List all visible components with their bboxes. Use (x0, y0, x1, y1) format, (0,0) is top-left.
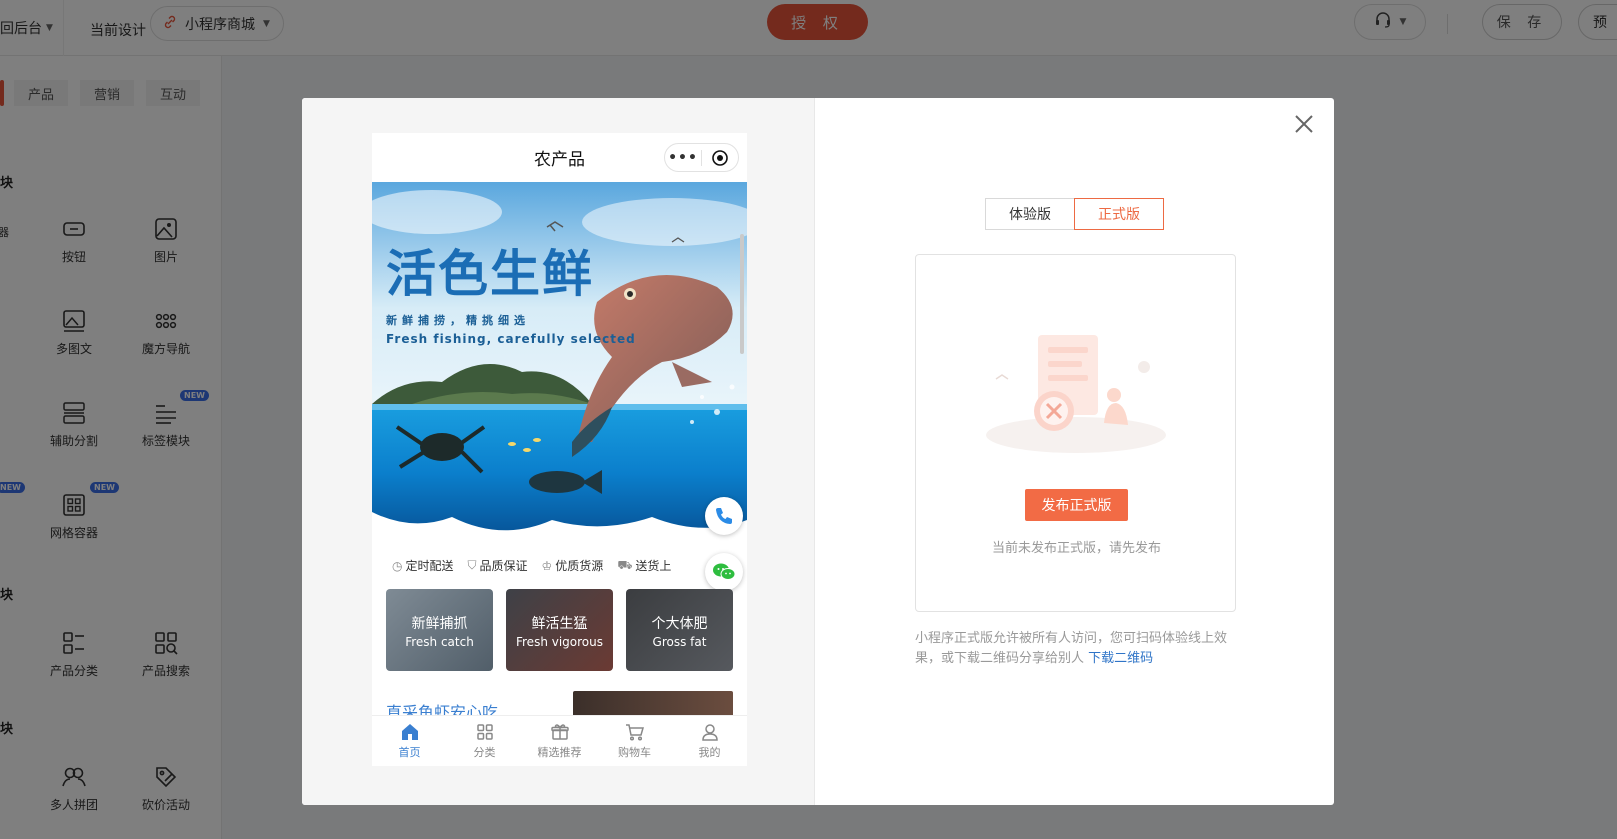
category-icon (476, 723, 493, 740)
close-icon (1295, 115, 1313, 133)
feature-label: 送货上 (635, 559, 672, 573)
hero-banner[interactable]: 活色生鲜 新鲜捕捞，精挑细选 Fresh fishing, carefully … (372, 182, 747, 542)
tab-label: 首页 (398, 745, 421, 759)
tab-label: 我的 (698, 745, 721, 759)
truck-icon: ⛟ (617, 557, 633, 572)
call-button[interactable] (705, 497, 743, 535)
tab-home[interactable]: 首页 (372, 716, 447, 766)
tab-category[interactable]: 分类 (447, 716, 522, 766)
banner-subtitle-cn: 新鲜捕捞，精挑细选 (386, 314, 530, 327)
release-description-text: 小程序正式版允许被所有人访问，您可扫码体验线上效果，或下载二维码分享给别人 (915, 631, 1228, 666)
card-subtitle: Fresh vigorous (515, 635, 604, 649)
feature-item: ◷ 定时配送 (392, 557, 454, 574)
crown-icon: ♔ (541, 558, 553, 573)
card-title: 鲜活生猛 (531, 616, 588, 632)
category-card[interactable]: 鲜活生猛 Fresh vigorous (506, 589, 613, 671)
clock-icon: ◷ (392, 558, 403, 573)
promo-image[interactable] (573, 691, 733, 715)
tab-mine[interactable]: 我的 (672, 716, 747, 766)
banner-subtitle-en: Fresh fishing, carefully selected (386, 332, 636, 346)
feature-label: 优质货源 (555, 559, 604, 573)
category-cards: 新鲜捕抓 Fresh catch 鲜活生猛 Fresh vigorous 个大体… (386, 589, 736, 671)
miniapp-tabbar: 首页 分类 精选推荐 购物车 我的 (372, 715, 747, 766)
banner-title: 活色生鲜 (386, 244, 594, 303)
tab-label: 分类 (473, 745, 496, 759)
card-subtitle: Fresh catch (405, 635, 474, 649)
cart-icon (625, 723, 644, 741)
shield-icon: ⛉ (467, 558, 477, 572)
phone-icon (716, 508, 732, 524)
feature-item: ♔ 优质货源 (542, 557, 604, 574)
category-card[interactable]: 新鲜捕抓 Fresh catch (386, 589, 493, 671)
publish-panel: 发布正式版 当前未发布正式版，请先发布 (915, 254, 1236, 612)
tab-label: 购物车 (618, 745, 651, 759)
user-icon (701, 723, 718, 741)
card-subtitle: Gross fat (652, 635, 707, 649)
wechat-icon (713, 563, 736, 580)
miniapp-capsule[interactable]: ••• (664, 143, 739, 172)
close-button[interactable] (1292, 112, 1316, 136)
category-card[interactable]: 个大体肥 Gross fat (626, 589, 733, 671)
publish-tip: 当前未发布正式版，请先发布 (991, 541, 1161, 556)
publish-modal: 农产品 ••• 活色生鲜 新鲜捕捞，精挑细选 Fresh fishing, ca… (302, 98, 1334, 805)
tab-release-version[interactable]: 正式版 (1074, 198, 1164, 230)
tab-featured[interactable]: 精选推荐 (522, 716, 597, 766)
feature-label: 定时配送 (405, 559, 454, 573)
publish-release-button[interactable]: 发布正式版 (1025, 489, 1128, 521)
tab-trial-version[interactable]: 体验版 (985, 198, 1075, 230)
gift-icon (550, 723, 569, 740)
release-description: 小程序正式版允许被所有人访问，您可扫码体验线上效果，或下载二维码分享给别人 下载… (915, 629, 1245, 669)
card-title: 新鲜捕抓 (411, 616, 468, 632)
home-icon (401, 723, 418, 740)
more-icon[interactable]: ••• (665, 150, 701, 166)
tab-label: 精选推荐 (537, 745, 582, 759)
feature-strip: ◷ 定时配送 ⛉ 品质保证 ♔ 优质货源 ⛟ 送货上 (392, 557, 712, 574)
tab-cart[interactable]: 购物车 (597, 716, 672, 766)
feature-label: 品质保证 (479, 559, 528, 573)
card-title: 个大体肥 (651, 616, 708, 632)
phone-preview-panel: 农产品 ••• 活色生鲜 新鲜捕捞，精挑细选 Fresh fishing, ca… (302, 98, 815, 805)
phone-preview: 农产品 ••• 活色生鲜 新鲜捕捞，精挑细选 Fresh fishing, ca… (372, 133, 747, 766)
close-target-icon[interactable] (702, 149, 738, 167)
not-published-illustration (986, 335, 1166, 453)
miniapp-title: 农产品 (534, 150, 585, 170)
feature-item: ⛟ 送货上 (617, 557, 671, 574)
version-tabs: 体验版 正式版 (985, 198, 1164, 230)
feature-item: ⛉ 品质保证 (468, 557, 528, 574)
download-qrcode-link[interactable]: 下载二维码 (1088, 651, 1153, 666)
scrollbar[interactable] (740, 234, 744, 354)
